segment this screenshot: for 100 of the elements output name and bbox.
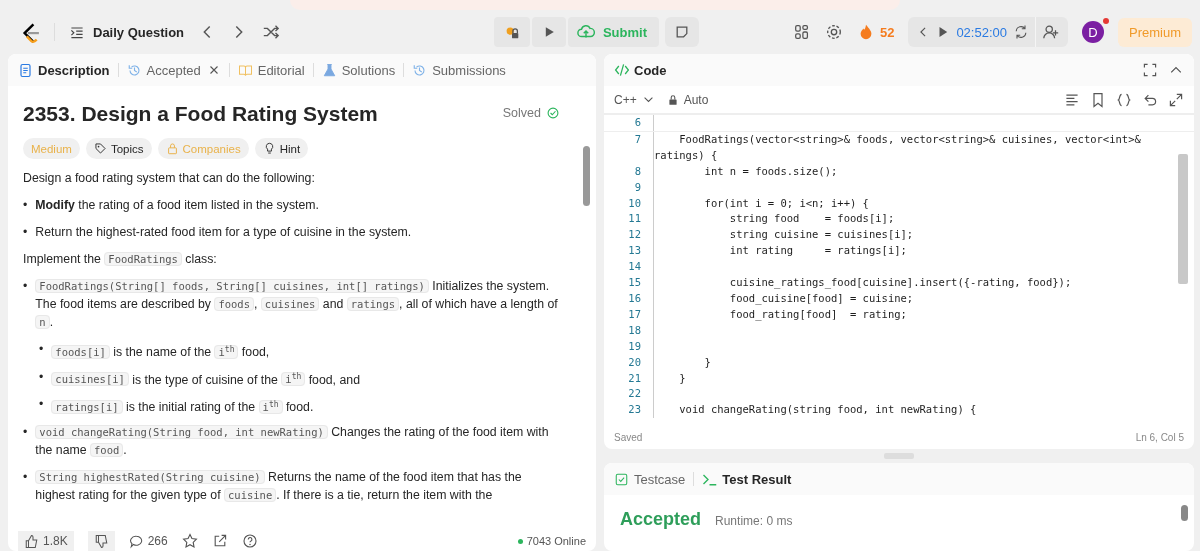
layout-icon[interactable]	[792, 23, 811, 41]
code-line: string cuisine = cuisines[i];	[728, 227, 915, 243]
notes-button[interactable]	[665, 17, 699, 47]
tab[interactable]: Testcase	[614, 471, 686, 487]
lock-icon	[666, 93, 679, 106]
line-number: 14	[604, 259, 654, 276]
line-number: 12	[604, 227, 654, 244]
line-number: 21	[604, 370, 654, 387]
bullet: •	[23, 224, 28, 241]
refresh-icon[interactable]	[1013, 24, 1029, 40]
shuffle-icon[interactable]	[262, 23, 281, 41]
tab[interactable]: Editorial	[237, 62, 305, 78]
line-number: 23	[604, 402, 654, 419]
paragraph: Design a food rating system that can do the following:	[23, 170, 316, 187]
thumbs-up-icon	[24, 533, 39, 549]
code-icon	[614, 62, 630, 78]
runtime: Runtime: 0 ms	[715, 514, 793, 528]
add-user-icon[interactable]	[1042, 23, 1060, 41]
bullet-item: FoodRatings(String[] foods, String[] cuisines, int[] ratings) Initializes the system. The food items are described by foods , cuisines and ratings , all of which have a length of n .	[35, 278, 559, 331]
line-number: 19	[604, 338, 654, 355]
comments-button[interactable]: 266	[128, 533, 168, 549]
bullet: •	[23, 423, 28, 441]
bullet-item: String highestRated(String cuisine) Returns the name of the food item that has the highest rating for the given type of cuisine . If there is a tie, return the item with the	[35, 468, 523, 504]
line-number: 20	[604, 354, 654, 371]
debug-button[interactable]	[493, 17, 530, 47]
lock-icon	[165, 142, 179, 155]
solved-label: Solved	[502, 106, 541, 120]
tab[interactable]: Description	[18, 62, 110, 78]
panel-title: Code	[634, 62, 667, 78]
line-number: 13	[604, 243, 654, 260]
online-dot	[517, 538, 523, 544]
line-number: 6	[604, 115, 654, 131]
scrollbar[interactable]	[1178, 154, 1188, 284]
verdict: Accepted	[620, 509, 702, 530]
bookmark-icon[interactable]	[1090, 91, 1106, 108]
code-line: for(int i = 0; i<n; i++) {	[703, 195, 870, 211]
expand-icon[interactable]	[1168, 91, 1184, 108]
settings-icon[interactable]	[824, 23, 843, 41]
document-icon	[18, 62, 33, 78]
code-line: void changeRating(string food, int newRating) {	[678, 402, 978, 418]
language-dropdown[interactable]: C++	[614, 92, 655, 107]
mode-label: Auto	[683, 92, 709, 107]
tag-chip[interactable]: Topics	[85, 138, 152, 159]
notification-dot	[1103, 18, 1109, 24]
line-number: 7	[604, 131, 654, 164]
streak-count: 52	[879, 24, 895, 40]
tab[interactable]: Accepted	[126, 62, 201, 78]
star-icon[interactable]	[181, 533, 198, 549]
note-icon	[674, 24, 690, 40]
line-number: 9	[604, 179, 654, 196]
tag-icon	[93, 142, 107, 155]
problem-list-button[interactable]: Daily Question	[69, 24, 185, 40]
help-icon[interactable]	[241, 533, 258, 549]
bullet: •	[23, 468, 28, 486]
bullet-item: cuisines[i] is the type of cuisine of the i$^{th}$ food, and	[51, 367, 560, 388]
book-icon	[237, 62, 253, 78]
bullet-item: foods[i] is the name of the i$^{th}$ food,	[51, 340, 560, 361]
comment-icon	[128, 533, 144, 549]
line-number: 8	[604, 163, 654, 180]
list-icon	[69, 24, 85, 40]
history-icon	[412, 62, 428, 78]
scrollbar[interactable]	[1181, 505, 1188, 521]
flask-icon	[321, 62, 337, 78]
code-line: int n = foods.size();	[703, 163, 839, 179]
bullet: •	[23, 197, 28, 214]
check-circle-icon	[546, 106, 560, 120]
braces-icon[interactable]	[1116, 91, 1132, 108]
line-number: 15	[604, 275, 654, 291]
bullet: •	[39, 341, 44, 358]
scrollbar[interactable]	[583, 146, 590, 206]
save-status: Saved	[614, 431, 643, 443]
timer-text: 02:52:00	[956, 24, 1007, 40]
cursor-position: Ln 6, Col 5	[1135, 431, 1184, 443]
code-line: string food = foods[i];	[728, 211, 896, 227]
fullscreen-icon[interactable]	[1142, 62, 1158, 78]
run-button[interactable]	[531, 17, 566, 47]
line-number: 18	[604, 322, 654, 339]
tab[interactable]: Solutions	[321, 62, 396, 78]
tab[interactable]: Test Result	[702, 471, 792, 487]
checkbox-icon	[614, 471, 629, 487]
bullet-item: void changeRating(String food, int newRating) Changes the rating of the food item with the name food .	[35, 423, 550, 459]
bullet-item: ratings[i] is the initial rating of the i$^{th}$ food.	[51, 395, 560, 416]
bullet: •	[39, 396, 44, 413]
line-number: 17	[604, 306, 654, 323]
dislike-button[interactable]	[87, 531, 115, 551]
bullet-item: Modify the rating of a food item listed in the system.	[35, 197, 320, 214]
avatar[interactable]: D	[1082, 21, 1104, 43]
tab[interactable]: Submissions	[412, 62, 506, 78]
online-count: 7043 Online	[526, 535, 586, 547]
paragraph: Implement the FoodRatings class:	[23, 251, 218, 268]
code-line: food_cuisine[food] = cuisine;	[728, 290, 915, 307]
line-number: 10	[604, 195, 654, 212]
tag-chip[interactable]: Hint	[254, 138, 309, 159]
like-button[interactable]: 1.8K	[18, 531, 74, 551]
bullet: •	[23, 278, 28, 295]
bullet: •	[39, 368, 44, 386]
code-line: food_rating[food] = rating;	[728, 306, 908, 323]
thumbs-down-icon	[93, 533, 109, 549]
code-line: int rating = ratings[i];	[728, 243, 908, 259]
history-icon	[126, 62, 142, 78]
